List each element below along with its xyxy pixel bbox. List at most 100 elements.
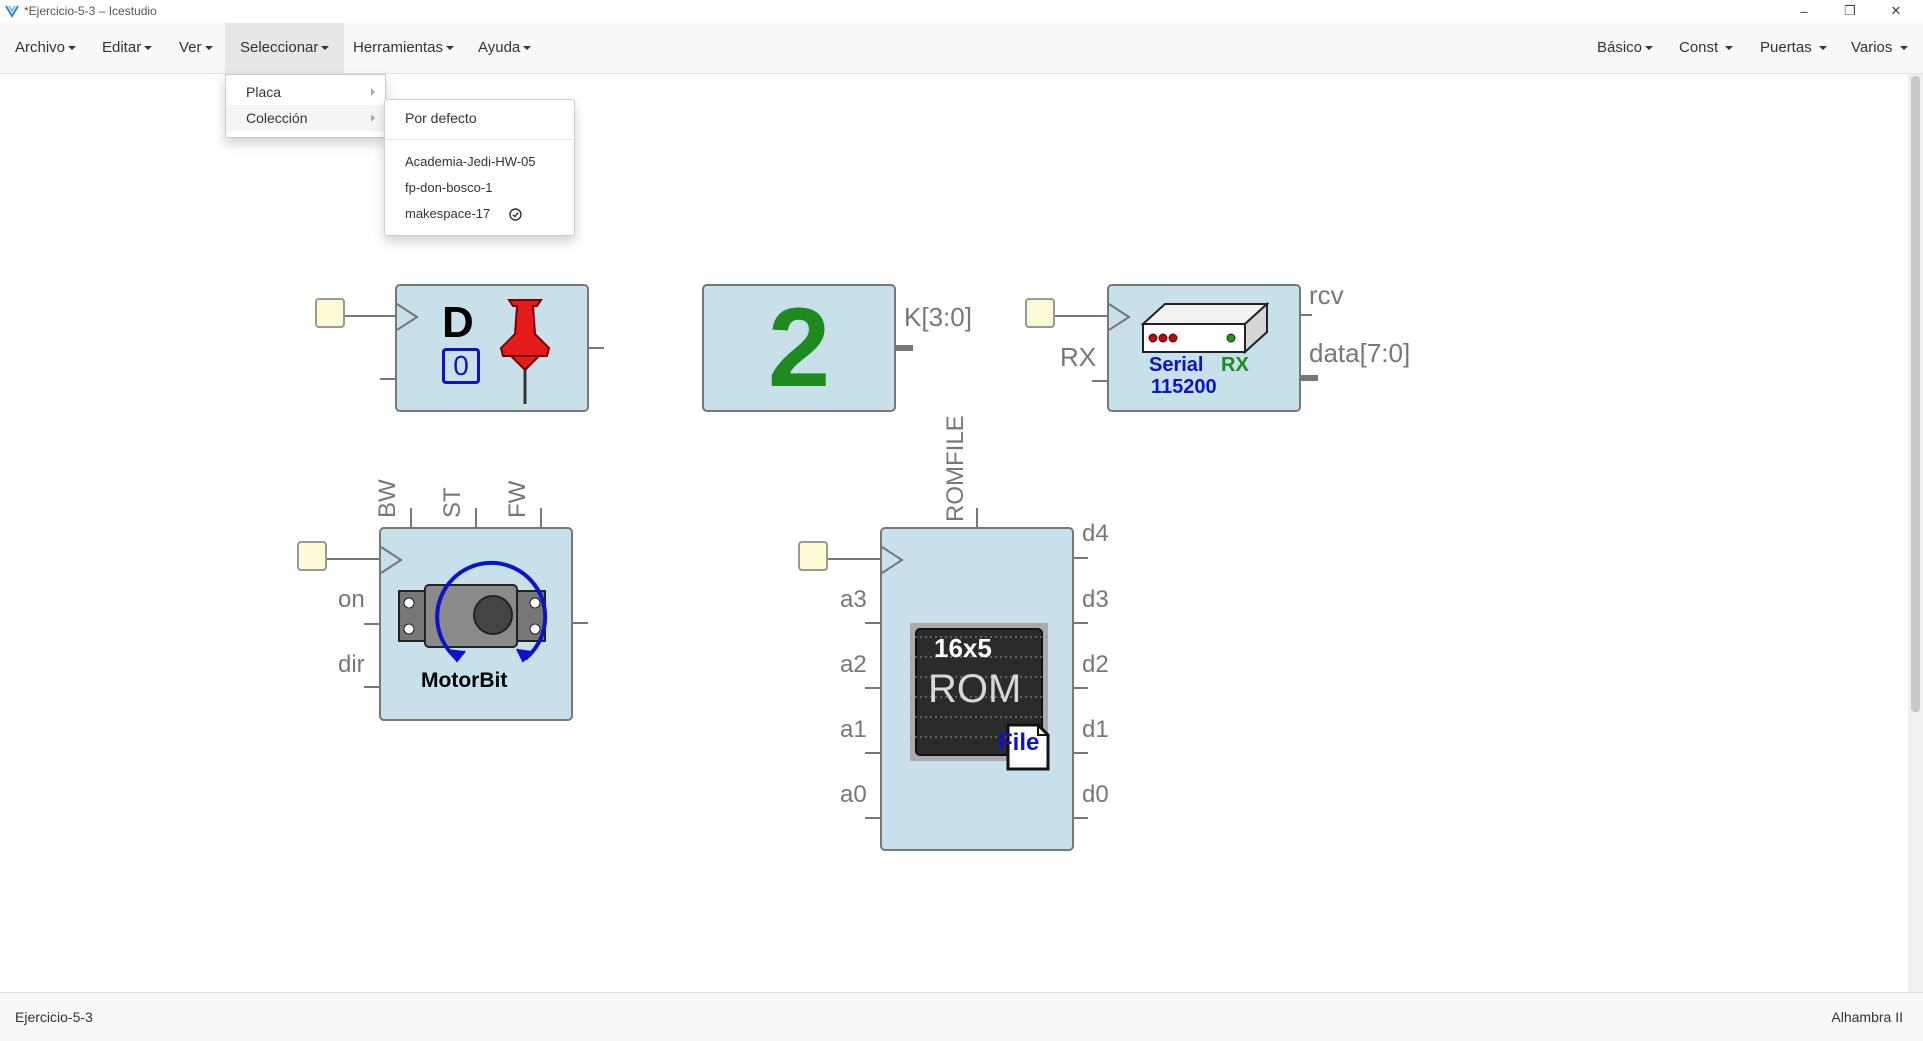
constant-block[interactable]: 2 bbox=[702, 284, 896, 412]
menu-herramientas-label: Herramientas bbox=[353, 39, 444, 56]
rom-a1-wire bbox=[865, 752, 880, 754]
menu-puertas[interactable]: Puertas bbox=[1745, 23, 1842, 73]
check-circle-icon bbox=[509, 208, 522, 221]
rom-param-label: ROMFILE bbox=[942, 415, 969, 522]
motorbit-bw-label: BW bbox=[374, 479, 401, 518]
rom-d4-wire bbox=[1073, 557, 1088, 559]
rom-a2-label: a2 bbox=[840, 651, 867, 678]
menu-item-placa[interactable]: Placa bbox=[226, 79, 385, 105]
dff-clock-wire bbox=[345, 315, 395, 317]
menu-herramientas[interactable]: Herramientas bbox=[338, 23, 469, 73]
menu-const-label: Const bbox=[1679, 39, 1719, 56]
menu-item-coleccion-label: Colección bbox=[246, 110, 308, 126]
restore-button[interactable]: ❐ bbox=[1827, 0, 1873, 22]
rom-d0-label: d0 bbox=[1082, 781, 1109, 808]
motorbit-fw-label: FW bbox=[504, 480, 531, 518]
minimize-button[interactable]: – bbox=[1781, 0, 1827, 22]
chevron-right-icon bbox=[371, 88, 375, 96]
board-name[interactable]: Alhambra II bbox=[1831, 1009, 1903, 1025]
motorbit-output-wire bbox=[572, 622, 588, 624]
serial-rcv-wire bbox=[1300, 314, 1312, 316]
statusbar: Ejercicio-5-3 Alhambra II bbox=[0, 992, 1923, 1041]
motorbit-block[interactable]: MotorBit bbox=[379, 527, 573, 721]
menu-ayuda[interactable]: Ayuda bbox=[463, 23, 546, 73]
collection-academia-jedi[interactable]: Academia-Jedi-HW-05 bbox=[385, 149, 574, 175]
rom-clock-input-pin[interactable] bbox=[798, 541, 828, 571]
menu-basico[interactable]: Básico bbox=[1582, 23, 1668, 73]
serial-data-wire bbox=[1300, 375, 1318, 381]
collection-fp-don-bosco[interactable]: fp-don-bosco-1 bbox=[385, 175, 574, 201]
menu-divider bbox=[386, 139, 573, 140]
menubar: Archivo Editar Ver Seleccionar Herramien… bbox=[0, 23, 1923, 74]
menu-ver[interactable]: Ver bbox=[164, 23, 228, 73]
menu-puertas-label: Puertas bbox=[1760, 39, 1812, 56]
menu-varios[interactable]: Varios bbox=[1836, 23, 1923, 73]
menu-archivo-label: Archivo bbox=[15, 39, 66, 56]
scrollbar-thumb[interactable] bbox=[1911, 76, 1920, 712]
serial-rx-block[interactable]: Serial RX 115200 bbox=[1107, 284, 1301, 412]
caret-down-icon bbox=[68, 46, 77, 51]
serial-rcv-label: rcv bbox=[1309, 280, 1344, 310]
close-button[interactable]: ✕ bbox=[1873, 0, 1919, 22]
motorbit-fw-wire bbox=[540, 508, 542, 528]
rom-file-label: File bbox=[998, 729, 1040, 756]
serial-baud-label: 115200 bbox=[1151, 376, 1217, 398]
menu-varios-label: Varios bbox=[1851, 39, 1893, 56]
canvas-vertical-scrollbar[interactable] bbox=[1908, 74, 1923, 992]
rom-a2-wire bbox=[865, 687, 880, 689]
rom-a0-wire bbox=[865, 817, 880, 819]
icestudio-logo-icon bbox=[5, 5, 19, 18]
caret-down-icon bbox=[1818, 46, 1827, 51]
menu-seleccionar[interactable]: Seleccionar bbox=[225, 23, 345, 73]
coleccion-submenu: Por defecto Academia-Jedi-HW-05 fp-don-b… bbox=[384, 99, 575, 236]
caret-down-icon bbox=[144, 46, 153, 51]
rom-d0-wire bbox=[1073, 817, 1088, 819]
dff-block[interactable]: D 0 bbox=[395, 284, 589, 412]
menu-item-coleccion[interactable]: Colección bbox=[226, 105, 385, 131]
clock-triangle-icon bbox=[1109, 303, 1131, 331]
menu-const[interactable]: Const bbox=[1664, 23, 1748, 73]
serial-label: Serial bbox=[1149, 354, 1204, 376]
caret-down-icon bbox=[1899, 46, 1908, 51]
caret-down-icon bbox=[1725, 46, 1734, 51]
dff-title: D bbox=[442, 298, 474, 347]
motorbit-st-wire bbox=[475, 508, 477, 528]
serial-rx-label: RX bbox=[1221, 354, 1249, 376]
rom-a3-wire bbox=[865, 622, 880, 624]
motorbit-clock-wire bbox=[327, 558, 379, 560]
serial-clock-input-pin[interactable] bbox=[1025, 298, 1055, 328]
motorbit-dir-label: dir bbox=[338, 651, 365, 678]
menu-ayuda-label: Ayuda bbox=[478, 39, 521, 56]
chevron-right-icon bbox=[371, 114, 375, 122]
serial-rx-input-wire bbox=[1092, 380, 1107, 382]
motorbit-on-label: on bbox=[338, 586, 365, 613]
constant-output-wire bbox=[895, 345, 913, 351]
design-canvas[interactable]: D 0 2 K[3:0] RX Serial RX 115200 rcv dat… bbox=[0, 74, 1908, 992]
collection-por-defecto[interactable]: Por defecto bbox=[385, 105, 574, 131]
dff-input-wire bbox=[380, 378, 395, 380]
collection-makespace-label: makespace-17 bbox=[405, 206, 491, 221]
collection-makespace[interactable]: makespace-17 bbox=[385, 201, 574, 227]
rom-block[interactable]: 16x5 ROM File bbox=[880, 527, 1074, 851]
rom-a3-label: a3 bbox=[840, 586, 867, 613]
collection-fp-don-bosco-label: fp-don-bosco-1 bbox=[405, 180, 493, 195]
motorbit-bw-wire bbox=[410, 508, 412, 528]
menu-archivo[interactable]: Archivo bbox=[0, 23, 91, 73]
caret-down-icon bbox=[446, 46, 455, 51]
menu-editar-label: Editar bbox=[102, 39, 142, 56]
rom-d3-wire bbox=[1073, 622, 1088, 624]
dff-clock-input-pin[interactable] bbox=[315, 298, 345, 328]
rom-a1-label: a1 bbox=[840, 716, 867, 743]
rom-d1-wire bbox=[1073, 752, 1088, 754]
menu-ver-label: Ver bbox=[179, 39, 202, 56]
rom-d3-label: d3 bbox=[1082, 586, 1109, 613]
collection-por-defecto-label: Por defecto bbox=[405, 110, 477, 126]
rom-d4-label: d4 bbox=[1082, 520, 1109, 547]
dff-value: 0 bbox=[442, 348, 480, 384]
pushpin-icon bbox=[499, 299, 551, 404]
serial-clock-wire bbox=[1055, 315, 1107, 317]
menu-editar[interactable]: Editar bbox=[87, 23, 167, 73]
motorbit-clock-input-pin[interactable] bbox=[297, 541, 327, 571]
caret-down-icon bbox=[204, 46, 213, 51]
rom-size-label: 16x5 bbox=[934, 633, 992, 663]
